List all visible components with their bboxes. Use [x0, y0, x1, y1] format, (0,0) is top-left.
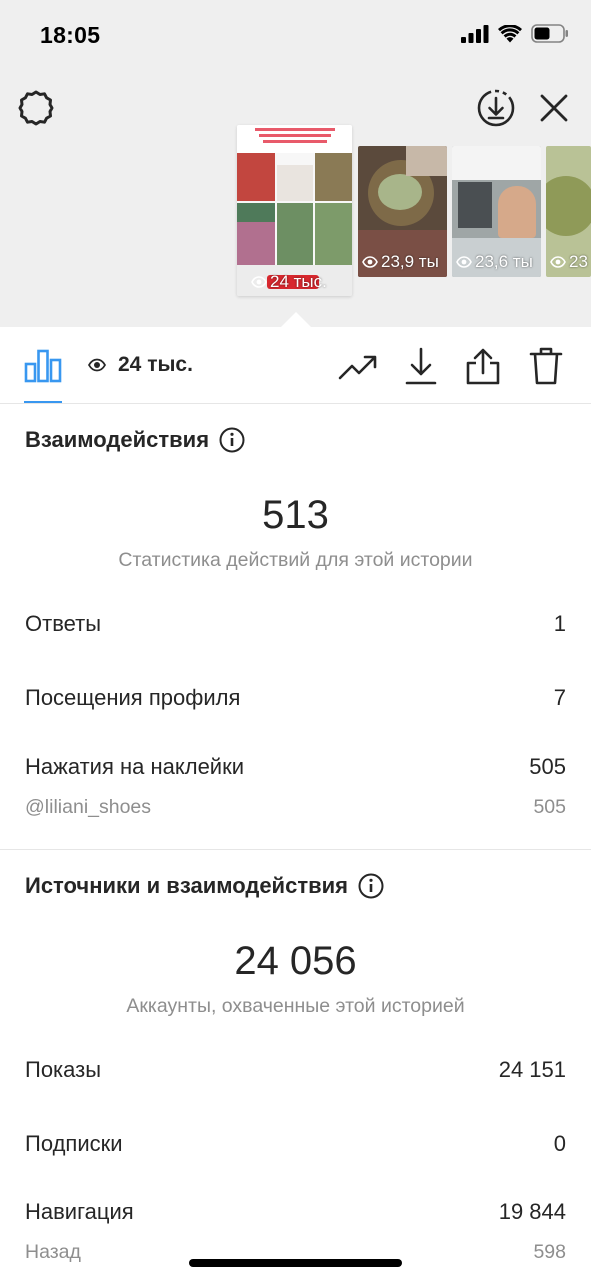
story-image — [277, 165, 313, 201]
discovery-total: 24 056 — [234, 939, 357, 983]
story-image — [498, 186, 536, 238]
discovery-caption: Аккаунты, охваченные этой историей — [126, 995, 465, 1017]
story-image — [237, 153, 275, 201]
close-icon — [540, 94, 568, 122]
story-thumbnail[interactable]: 23,9 ты — [358, 146, 447, 277]
stat-value: 0 — [553, 1131, 566, 1156]
settings-button[interactable] — [14, 86, 58, 130]
interactions-title: Взаимодействия — [25, 427, 245, 453]
interactions-caption: Статистика действий для этой истории — [118, 549, 473, 571]
views-count-label: 24 тыс. — [118, 353, 193, 376]
story-image — [255, 128, 335, 131]
share-icon — [466, 348, 500, 385]
eye-icon — [362, 256, 378, 268]
stat-row-replies: Ответы 1 — [25, 611, 566, 637]
story-views: 23 — [550, 252, 588, 272]
stat-value: 505 — [533, 796, 566, 818]
stat-row-profile-visits: Посещения профиля 7 — [25, 685, 566, 711]
stat-label: @liliani_shoes — [25, 796, 152, 818]
stat-value: 505 — [529, 754, 566, 779]
stat-label: Ответы — [25, 611, 102, 636]
eye-icon — [88, 358, 106, 372]
tab-viewers[interactable]: 24 тыс. — [88, 353, 193, 377]
status-time: 18:05 — [40, 22, 101, 48]
section-divider — [0, 849, 591, 850]
stat-row-impressions: Показы 24 151 — [25, 1057, 566, 1083]
story-thumbnail[interactable]: 23,6 ты — [452, 146, 541, 277]
promote-button[interactable] — [335, 347, 381, 387]
stat-row-navigation: Навигация 19 844 — [25, 1199, 566, 1225]
story-image — [315, 203, 352, 265]
eye-icon — [550, 256, 566, 268]
story-image — [458, 182, 492, 228]
stat-row-sticker-taps: Нажатия на наклейки 505 — [25, 754, 566, 780]
tab-insights[interactable] — [20, 345, 66, 387]
stat-label: Назад — [25, 1241, 81, 1263]
discovery-title-text: Источники и взаимодействия — [25, 873, 348, 898]
story-image — [546, 176, 591, 236]
eye-icon — [251, 276, 267, 288]
story-views: 24 тыс. — [251, 272, 327, 292]
close-button[interactable] — [532, 86, 576, 130]
story-preview-area: 18:05 24 тыс. 23,9 ты 23,6 ты 23 — [0, 0, 591, 328]
story-thumbnail-selected[interactable]: 24 тыс. — [237, 125, 352, 296]
cellular-signal-icon — [461, 24, 489, 43]
story-image — [378, 174, 422, 210]
stat-value: 598 — [533, 1241, 566, 1263]
story-views-label: 23,6 ты — [475, 252, 533, 271]
info-icon[interactable] — [358, 873, 384, 899]
stat-label: Подписки — [25, 1131, 123, 1156]
home-indicator[interactable] — [189, 1259, 402, 1267]
interactions-title-text: Взаимодействия — [25, 427, 210, 452]
bar-chart-icon — [24, 349, 62, 383]
story-views: 23,9 ты — [362, 252, 439, 272]
stat-label: Нажатия на наклейки — [25, 754, 245, 779]
stat-value: 24 151 — [498, 1057, 566, 1082]
gear-icon — [18, 90, 54, 126]
eye-icon — [456, 256, 472, 268]
status-bar: 18:05 — [0, 0, 591, 72]
stat-row-mention-sticker: @liliani_shoes 505 — [25, 796, 566, 819]
story-image — [237, 222, 275, 265]
battery-icon — [531, 24, 568, 43]
trending-icon — [338, 355, 377, 380]
discovery-title: Источники и взаимодействия — [25, 873, 384, 899]
download-button[interactable] — [474, 86, 518, 130]
stat-value: 19 844 — [498, 1199, 566, 1224]
interactions-total: 513 — [262, 493, 329, 537]
stat-label: Навигация — [25, 1199, 134, 1224]
status-icons — [461, 24, 569, 43]
story-image — [406, 146, 447, 176]
stat-label: Посещения профиля — [25, 685, 241, 710]
story-toolbar: 24 тыс. — [0, 327, 591, 404]
save-button[interactable] — [399, 343, 443, 389]
info-icon[interactable] — [219, 427, 245, 453]
story-image — [263, 140, 327, 143]
tab-indicator — [24, 401, 62, 403]
stat-value: 7 — [553, 685, 566, 710]
story-views: 23,6 ты — [456, 252, 533, 272]
download-icon — [405, 347, 437, 385]
trash-icon — [529, 347, 563, 385]
selection-pointer — [280, 312, 312, 328]
story-image — [259, 134, 331, 137]
share-button[interactable] — [461, 343, 505, 389]
story-views-label: 23,9 ты — [381, 252, 439, 271]
story-image — [315, 153, 352, 201]
stat-row-follows: Подписки 0 — [25, 1131, 566, 1157]
wifi-icon — [498, 24, 522, 42]
story-thumbnail[interactable]: 23 — [546, 146, 591, 277]
story-image — [277, 203, 313, 265]
story-views-label: 23 — [569, 252, 588, 271]
story-image — [452, 146, 541, 180]
stat-label: Показы — [25, 1057, 102, 1082]
delete-button[interactable] — [524, 343, 568, 389]
download-circle-icon — [477, 89, 515, 127]
stat-value: 1 — [553, 611, 566, 636]
story-views-label: 24 тыс. — [270, 272, 327, 291]
